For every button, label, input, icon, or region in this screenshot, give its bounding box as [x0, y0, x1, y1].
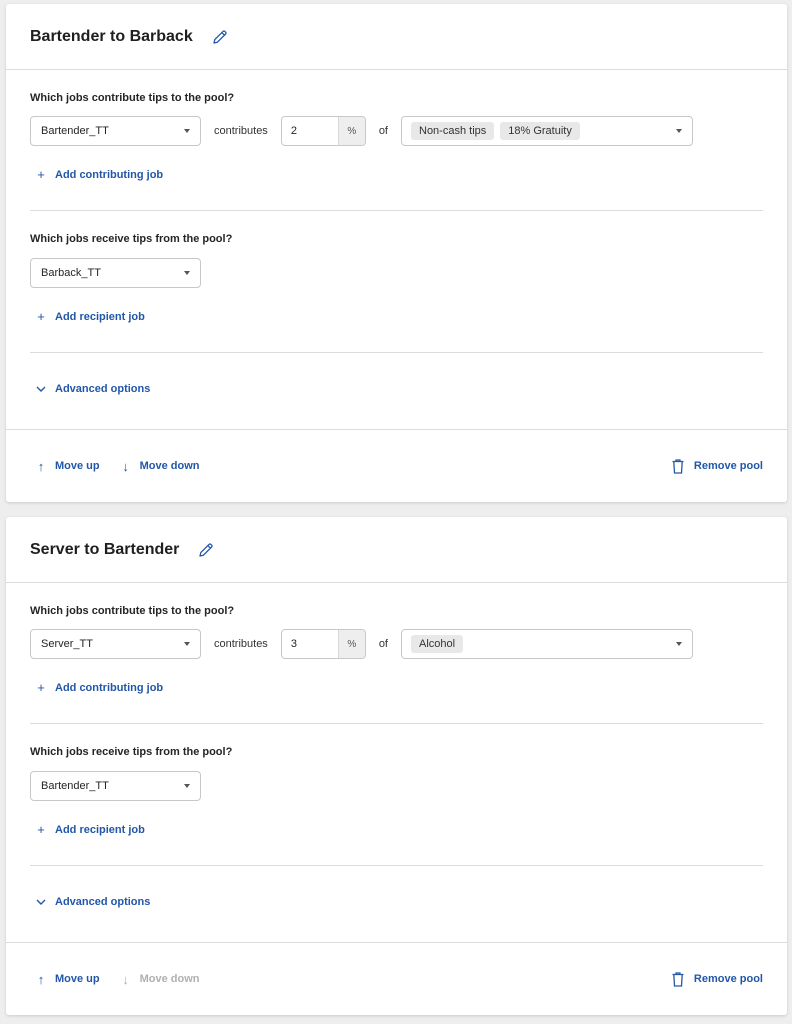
move-down-button: ↓ Move down [120, 971, 200, 987]
contributor-job-value: Bartender_TT [41, 125, 109, 137]
recipient-job-value: Barback_TT [41, 267, 101, 279]
plus-icon: + [37, 822, 45, 837]
move-down-label: Move down [139, 973, 200, 985]
add-recipient-job-label: Add recipient job [55, 823, 145, 836]
arrow-down-icon: ↓ [122, 971, 129, 987]
remove-pool-label: Remove pool [693, 460, 763, 472]
add-recipient-job-label: Add recipient job [55, 310, 145, 323]
percent-suffix: % [337, 117, 365, 145]
pool-footer: ↑ Move up ↓ Move down Remove pool [6, 943, 787, 1015]
advanced-options-label: Advanced options [55, 896, 151, 908]
plus-icon: + [37, 680, 45, 695]
plus-icon: + [37, 309, 45, 324]
move-up-button[interactable]: ↑ Move up [35, 459, 100, 474]
pool-title: Bartender to Barback [30, 27, 193, 45]
add-contributing-job-button[interactable]: + Add contributing job [35, 680, 163, 695]
contributes-text: contributes [214, 125, 268, 137]
add-recipient-job-button[interactable]: + Add recipient job [35, 822, 145, 837]
add-contributing-job-label: Add contributing job [55, 168, 164, 181]
tip-type-chip: Alcohol [411, 635, 464, 653]
pool-header: Server to Bartender [6, 517, 787, 583]
arrow-up-icon: ↑ [37, 458, 45, 474]
pool-footer: ↑ Move up ↓ Move down Remove pool [6, 430, 787, 502]
chevron-down-icon [35, 386, 47, 392]
receive-label: Which jobs receive tips from the pool? [30, 746, 233, 758]
recipient-job-select[interactable]: Bartender_TT [30, 771, 201, 801]
of-text: of [378, 125, 388, 137]
contributes-text: contributes [214, 638, 268, 650]
percent-value[interactable]: 2 [282, 117, 338, 145]
tip-type-chip: Non-cash tips [411, 122, 495, 140]
tip-pool-card: Server to Bartender Which jobs contribut… [6, 517, 787, 1015]
add-recipient-job-button[interactable]: + Add recipient job [35, 309, 145, 324]
contributor-row: Bartender_TT contributes 2 % of Non-cash… [30, 116, 763, 146]
add-contributing-job-label: Add contributing job [55, 681, 164, 694]
advanced-options-toggle[interactable]: Advanced options [35, 383, 150, 395]
pencil-icon[interactable] [211, 28, 229, 46]
tip-types-select[interactable]: Non-cash tips 18% Gratuity [401, 116, 693, 146]
chevron-down-icon [184, 642, 190, 646]
contributor-job-select[interactable]: Bartender_TT [30, 116, 201, 146]
move-down-label: Move down [139, 460, 200, 472]
recipient-job-value: Bartender_TT [41, 780, 109, 792]
remove-pool-button[interactable]: Remove pool [672, 458, 763, 474]
move-up-label: Move up [55, 973, 100, 985]
contribute-section: Which jobs contribute tips to the pool? … [6, 70, 787, 184]
chevron-down-icon [184, 784, 190, 788]
contribute-label: Which jobs contribute tips to the pool? [30, 605, 235, 617]
plus-icon: + [37, 167, 45, 182]
remove-pool-label: Remove pool [693, 973, 763, 985]
of-text: of [378, 638, 388, 650]
contribute-label: Which jobs contribute tips to the pool? [30, 92, 235, 104]
contributor-job-value: Server_TT [41, 638, 93, 650]
contributor-job-select[interactable]: Server_TT [30, 629, 201, 659]
arrow-up-icon: ↑ [37, 971, 45, 987]
chevron-down-icon [676, 642, 682, 646]
remove-pool-button[interactable]: Remove pool [672, 971, 763, 987]
tip-type-chip: 18% Gratuity [500, 122, 580, 140]
percent-input[interactable]: 2 % [280, 116, 366, 146]
chevron-down-icon [676, 129, 682, 133]
contribute-section: Which jobs contribute tips to the pool? … [6, 583, 787, 697]
move-up-label: Move up [55, 460, 100, 472]
receive-section: Which jobs receive tips from the pool? B… [6, 724, 787, 839]
chevron-down-icon [35, 899, 47, 905]
move-up-button[interactable]: ↑ Move up [35, 972, 100, 987]
percent-value[interactable]: 3 [282, 630, 338, 658]
pool-title: Server to Bartender [30, 540, 180, 558]
tip-types-select[interactable]: Alcohol [401, 629, 693, 659]
receive-section: Which jobs receive tips from the pool? B… [6, 211, 787, 326]
percent-input[interactable]: 3 % [280, 629, 366, 659]
arrow-down-icon: ↓ [122, 458, 129, 474]
pool-header: Bartender to Barback [6, 4, 787, 70]
add-contributing-job-button[interactable]: + Add contributing job [35, 167, 163, 182]
trash-icon [672, 458, 684, 474]
contributor-row: Server_TT contributes 3 % of Alcohol [30, 629, 763, 659]
pencil-icon[interactable] [197, 541, 215, 559]
trash-icon [672, 971, 684, 987]
recipient-job-select[interactable]: Barback_TT [30, 258, 201, 288]
move-down-button[interactable]: ↓ Move down [120, 458, 200, 474]
advanced-options-toggle[interactable]: Advanced options [35, 896, 150, 908]
advanced-options-label: Advanced options [55, 383, 151, 395]
tip-pool-card: Bartender to Barback Which jobs contribu… [6, 4, 787, 502]
chevron-down-icon [184, 129, 190, 133]
receive-label: Which jobs receive tips from the pool? [30, 233, 233, 245]
chevron-down-icon [184, 271, 190, 275]
percent-suffix: % [337, 630, 365, 658]
